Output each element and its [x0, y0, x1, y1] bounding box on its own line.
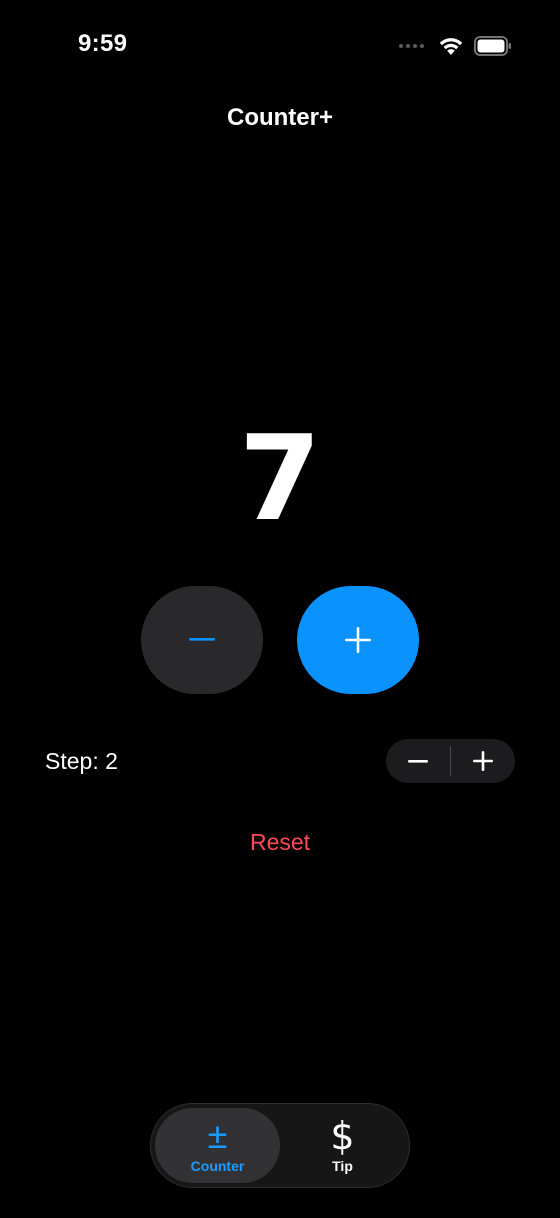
increment-button[interactable]: [297, 586, 419, 694]
tab-tip[interactable]: $ Tip: [280, 1108, 405, 1183]
counter-value: 7: [238, 409, 322, 547]
step-decrement-button[interactable]: [386, 739, 450, 783]
tab-tip-label: Tip: [332, 1158, 353, 1174]
tab-bar: ± Counter $ Tip: [150, 1103, 410, 1188]
tab-counter-label: Counter: [190, 1158, 245, 1174]
step-label: Step: 2: [45, 748, 118, 774]
step-stepper: [386, 739, 515, 783]
counter-screen: 9:59 Counter+ 7 Step: 2 Reset ± Counter …: [0, 0, 560, 1218]
step-increment-button[interactable]: [451, 739, 515, 783]
reset-button[interactable]: Reset: [0, 829, 560, 856]
decrement-button[interactable]: [141, 586, 263, 694]
battery-icon: [474, 36, 511, 56]
minus-icon: [408, 759, 428, 763]
wifi-icon: [439, 38, 463, 55]
plus-icon: [473, 751, 493, 771]
tab-counter[interactable]: ± Counter: [155, 1108, 280, 1183]
plus-minus-icon: ±: [207, 1115, 228, 1156]
status-icons: [399, 34, 512, 58]
minus-icon: [189, 638, 215, 641]
plus-icon: [345, 627, 371, 653]
signal-dots-icon: [399, 44, 424, 48]
status-time: 9:59: [78, 30, 128, 57]
nav-title: Counter+: [226, 104, 333, 131]
dollar-icon: $: [330, 1114, 355, 1158]
